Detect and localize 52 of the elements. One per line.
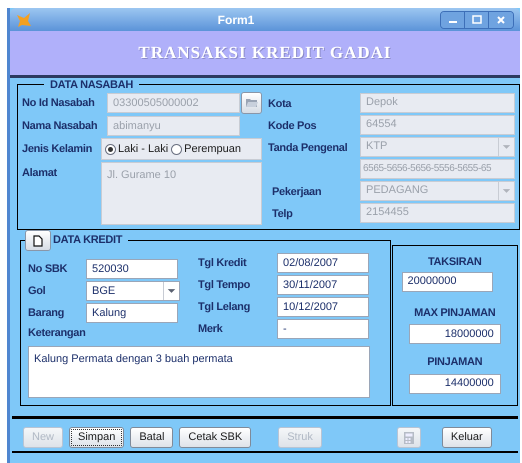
maximize-icon xyxy=(472,15,482,24)
field-label: Tgl Lelang xyxy=(198,300,252,315)
open-folder-button[interactable] xyxy=(241,92,262,114)
field-label: Tgl Tempo xyxy=(198,278,252,293)
field-label: Kode Pos xyxy=(268,120,316,132)
text-field[interactable]: 02/08/2007 xyxy=(277,253,369,273)
radio-option[interactable]: Perempuan xyxy=(171,140,242,158)
window-title: Form1 xyxy=(216,12,256,28)
text-field[interactable]: - xyxy=(277,319,369,339)
field-label: TAKSIRAN xyxy=(428,255,482,270)
field-label: Tgl Kredit xyxy=(198,256,248,271)
action-button[interactable]: Keluar xyxy=(442,427,492,448)
field-label: Telp xyxy=(271,208,293,220)
section-title: DATA KREDIT xyxy=(53,233,122,248)
field-label: Tanda Pengenal xyxy=(268,142,348,154)
radio-option[interactable]: Laki - Laki xyxy=(105,140,168,158)
app-icon xyxy=(16,12,32,28)
field-label: No Id Nasabah xyxy=(22,96,96,111)
field-label: No SBK xyxy=(28,262,68,277)
document-icon xyxy=(33,234,43,246)
folder-icon xyxy=(244,97,258,109)
text-field[interactable]: 18000000 xyxy=(408,324,501,344)
text-field[interactable]: 20000000 xyxy=(402,272,493,292)
field-label: Alamat xyxy=(22,166,58,181)
field-label: Gol xyxy=(28,284,46,299)
minimize-button[interactable] xyxy=(441,12,465,28)
field-label: PINJAMAN xyxy=(427,355,482,370)
field-label: Pekerjaan xyxy=(271,186,322,198)
text-field[interactable]: 30/11/2007 xyxy=(277,275,369,295)
action-button[interactable]: Batal xyxy=(130,427,174,448)
field-label: Kota xyxy=(268,98,292,110)
text-field[interactable]: Kalung xyxy=(86,303,178,323)
text-area[interactable]: Kalung Permata dengan 3 buah permata xyxy=(28,346,370,398)
field-label: Keterangan xyxy=(28,326,87,341)
text-field[interactable]: 10/12/2007 xyxy=(277,297,369,317)
action-button[interactable]: Cetak SBK xyxy=(179,427,252,448)
field-label: Jenis Kelamin xyxy=(22,142,94,157)
calculator-icon xyxy=(402,430,416,444)
field-label: Nama Nasabah xyxy=(22,118,98,134)
field-label: Barang xyxy=(28,306,66,321)
maximize-button[interactable] xyxy=(465,12,489,28)
new-document-button[interactable] xyxy=(25,230,51,251)
field-label: Merk xyxy=(198,322,224,337)
section-title: DATA NASABAH xyxy=(50,79,133,91)
action-button[interactable]: Simpan xyxy=(69,427,124,448)
dropdown[interactable]: BGE xyxy=(86,281,180,301)
close-button[interactable] xyxy=(489,12,513,28)
form-heading: TRANSAKSI KREDIT GADAI xyxy=(138,42,392,64)
text-field[interactable]: 14400000 xyxy=(408,374,501,394)
close-icon xyxy=(496,14,506,24)
text-field[interactable]: 520030 xyxy=(86,259,178,279)
field-label: MAX PINJAMAN xyxy=(414,306,496,320)
